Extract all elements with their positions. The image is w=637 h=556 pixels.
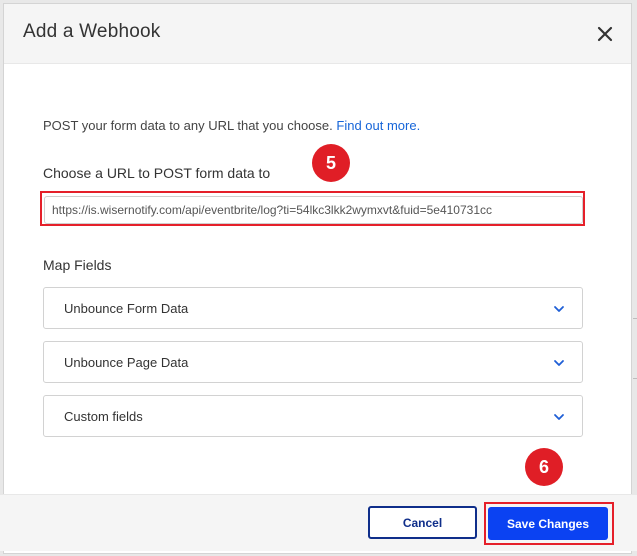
dialog-title: Add a Webhook — [23, 21, 161, 42]
intro-description: POST your form data to any URL that you … — [43, 118, 333, 133]
cancel-button[interactable]: Cancel — [368, 506, 477, 539]
chevron-down-icon — [554, 306, 564, 312]
accordion-custom-fields[interactable]: Custom fields — [43, 395, 583, 437]
backdrop-mark — [633, 318, 637, 319]
chevron-down-icon — [554, 414, 564, 420]
accordion-unbounce-form-data[interactable]: Unbounce Form Data — [43, 287, 583, 329]
intro-text: POST your form data to any URL that you … — [43, 118, 420, 133]
accordion-label: Unbounce Page Data — [64, 355, 189, 370]
accordion-label: Custom fields — [64, 409, 143, 424]
backdrop-mark — [633, 378, 637, 379]
chevron-down-icon — [554, 360, 564, 366]
url-label: Choose a URL to POST form data to — [43, 165, 271, 181]
dialog-header: Add a Webhook — [4, 4, 631, 64]
webhook-url-input[interactable] — [44, 196, 583, 224]
step-badge-6: 6 — [525, 448, 563, 486]
accordion-label: Unbounce Form Data — [64, 301, 189, 316]
close-icon[interactable] — [592, 21, 618, 47]
save-changes-button[interactable]: Save Changes — [488, 507, 608, 540]
step-badge-5: 5 — [312, 144, 350, 182]
find-out-more-link[interactable]: Find out more. — [336, 118, 420, 133]
accordion-unbounce-page-data[interactable]: Unbounce Page Data — [43, 341, 583, 383]
map-fields-label: Map Fields — [43, 257, 112, 273]
